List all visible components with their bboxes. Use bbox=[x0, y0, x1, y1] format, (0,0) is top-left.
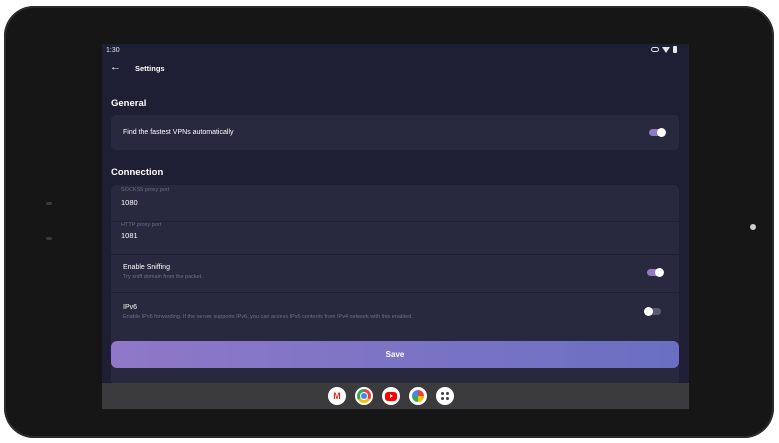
sniffing-label: Enable Sniffing bbox=[123, 264, 170, 271]
sniffing-toggle[interactable] bbox=[647, 268, 664, 277]
auto-fastest-toggle[interactable] bbox=[649, 128, 666, 137]
status-bar: 1:30 bbox=[102, 44, 689, 58]
vpn-key-icon bbox=[651, 47, 659, 52]
photos-icon[interactable] bbox=[409, 387, 427, 405]
socks-port-label: SOCKS5 proxy port bbox=[121, 187, 170, 193]
tablet-frame: 1:30 ← Settings General Find the fastest… bbox=[4, 6, 774, 438]
http-port-value: 1081 bbox=[121, 231, 138, 240]
chrome-icon[interactable] bbox=[355, 387, 373, 405]
gmail-icon[interactable]: M bbox=[328, 387, 346, 405]
page-title: Settings bbox=[135, 64, 165, 73]
bezel-marker bbox=[46, 237, 52, 240]
battery-icon bbox=[673, 46, 677, 53]
app-drawer-icon[interactable] bbox=[436, 387, 454, 405]
ipv6-description: Enable IPv6 forwarding. If the server su… bbox=[123, 314, 413, 320]
sniffing-description: Try sniff domain from the packet. bbox=[123, 274, 203, 280]
auto-fastest-row[interactable]: Find the fastest VPNs automatically bbox=[111, 115, 679, 150]
app-bar: ← Settings bbox=[102, 58, 689, 80]
ipv6-label: IPv6 bbox=[123, 304, 138, 311]
save-button[interactable]: Save bbox=[111, 341, 679, 368]
arrow-left-icon[interactable]: ← bbox=[110, 62, 121, 73]
status-time: 1:30 bbox=[106, 47, 120, 54]
bezel-marker bbox=[46, 202, 52, 205]
youtube-icon[interactable] bbox=[382, 387, 400, 405]
wifi-icon bbox=[662, 46, 670, 53]
section-title-connection: Connection bbox=[111, 167, 164, 178]
http-port-label: HTTP proxy port bbox=[121, 222, 162, 228]
taskbar: M bbox=[102, 383, 689, 409]
settings-screen: 1:30 ← Settings General Find the fastest… bbox=[102, 44, 689, 409]
ipv6-row[interactable]: IPv6 Enable IPv6 forwarding. If the serv… bbox=[111, 293, 679, 331]
socks-port-value: 1080 bbox=[121, 198, 138, 207]
auto-fastest-label: Find the fastest VPNs automatically bbox=[123, 129, 234, 136]
ipv6-toggle[interactable] bbox=[644, 307, 661, 316]
http-port-field[interactable]: HTTP proxy port 1081 bbox=[111, 222, 679, 254]
socks-port-field[interactable]: SOCKS5 proxy port 1080 bbox=[111, 185, 679, 221]
sniffing-row[interactable]: Enable Sniffing Try sniff domain from th… bbox=[111, 255, 679, 291]
section-title-general: General bbox=[111, 98, 147, 109]
front-camera bbox=[750, 224, 756, 230]
